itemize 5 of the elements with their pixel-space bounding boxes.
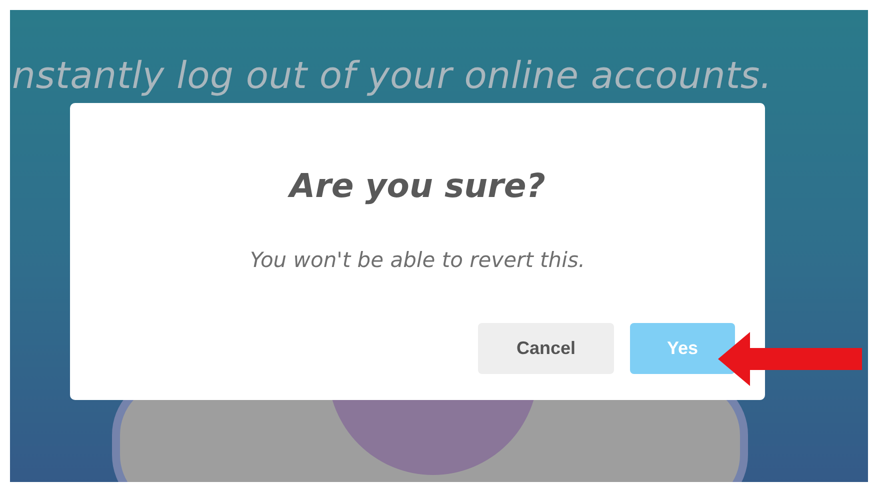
cancel-button[interactable]: Cancel bbox=[478, 323, 614, 374]
dialog-title: Are you sure? bbox=[286, 165, 546, 207]
arrow-icon bbox=[716, 330, 864, 388]
headline: nstantly log out of your online accounts. bbox=[12, 53, 772, 99]
dialog-message: You won't be able to revert this. bbox=[248, 246, 586, 274]
